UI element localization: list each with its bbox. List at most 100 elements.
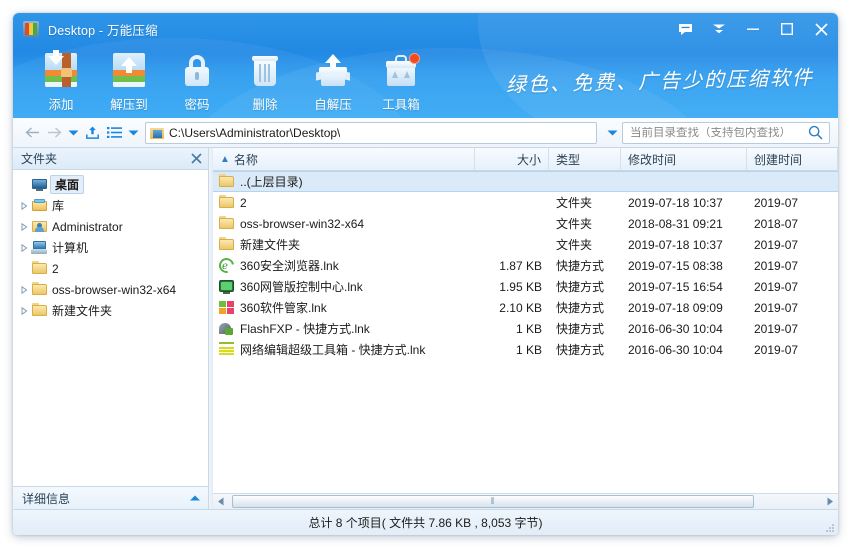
forward-arrow-icon (47, 126, 62, 139)
sidebar-item-5[interactable]: 2 (13, 258, 208, 279)
cell-ctime: 2019-07 (747, 238, 838, 252)
forward-button[interactable] (43, 122, 65, 144)
column-header-ctime[interactable]: 创建时间 (747, 148, 838, 170)
sidebar-item-4[interactable]: 计算机 (13, 237, 208, 258)
address-dropdown-button[interactable] (602, 122, 622, 144)
cell-ctime: 2019-07 (747, 196, 838, 210)
cell-size: 1 KB (475, 322, 549, 336)
search-box[interactable] (622, 122, 830, 144)
table-row[interactable]: e360安全浏览器.lnk1.87 KB快捷方式2019-07-15 08:38… (213, 255, 838, 276)
cell-ctime: 2019-07 (747, 280, 838, 294)
list-view-icon (107, 126, 122, 139)
sidebar-item-7[interactable]: 新建文件夹 (13, 300, 208, 321)
address-path-text: C:\Users\Administrator\Desktop\ (169, 126, 340, 140)
column-header-mtime[interactable]: 修改时间 (621, 148, 747, 170)
file-name-text: 网络编辑超级工具箱 - 快捷方式.lnk (240, 341, 425, 358)
add-to-archive-icon (40, 49, 82, 91)
chevron-down-icon (607, 129, 618, 137)
details-collapse-button[interactable] (189, 494, 201, 502)
minimize-button[interactable] (736, 14, 770, 44)
details-panel-header[interactable]: 详细信息 (13, 486, 208, 509)
file-name-text: 360网管版控制中心.lnk (240, 278, 363, 295)
sidebar-item-label: 库 (52, 197, 64, 214)
folder-icon (218, 216, 235, 231)
speech-bubble-icon (678, 23, 693, 36)
cell-ctime: 2019-07 (747, 301, 838, 315)
table-row[interactable]: 网络编辑超级工具箱 - 快捷方式.lnk1 KB快捷方式2016-06-30 1… (213, 339, 838, 360)
column-header-size[interactable]: 大小 (475, 148, 549, 170)
horizontal-scrollbar[interactable]: ⦀ (213, 493, 838, 509)
folder-tree[interactable]: 桌面库 Administrator 计算机2 oss-browser-win32-x6… (13, 170, 208, 486)
cell-mtime: 2016-06-30 10:04 (621, 322, 747, 336)
cell-name: 360软件管家.lnk (213, 299, 475, 316)
scroll-right-button[interactable] (822, 494, 838, 509)
extract-button[interactable]: 解压到 (95, 47, 163, 113)
file-rows[interactable]: ..(上层目录)2文件夹2019-07-18 10:372019-07 oss-b… (213, 171, 838, 493)
table-row[interactable]: 360网管版控制中心.lnk1.95 KB快捷方式2019-07-15 16:5… (213, 276, 838, 297)
column-header-type[interactable]: 类型 (549, 148, 621, 170)
hscroll-thumb[interactable]: ⦀ (232, 495, 754, 508)
folder-icon (218, 237, 235, 252)
column-header-name-label: 名称 (234, 151, 258, 168)
view-menu-button[interactable] (125, 122, 141, 144)
back-button[interactable] (21, 122, 43, 144)
scroll-left-button[interactable] (213, 494, 229, 509)
history-dropdown-button[interactable] (65, 122, 81, 144)
cell-ctime: 2019-07 (747, 343, 838, 357)
cell-mtime: 2019-07-18 10:37 (621, 238, 747, 252)
cell-mtime: 2016-06-30 10:04 (621, 343, 747, 357)
maximize-icon (781, 23, 793, 35)
hscroll-track[interactable]: ⦀ (229, 494, 822, 509)
sidebar-item-1[interactable]: 桌面 (13, 174, 208, 195)
close-icon (815, 23, 828, 36)
folder-icon (218, 195, 235, 210)
cell-mtime: 2019-07-18 09:09 (621, 301, 747, 315)
search-icon[interactable] (805, 125, 826, 140)
table-row[interactable]: 360软件管家.lnk2.10 KB快捷方式2019-07-18 09:0920… (213, 297, 838, 318)
expand-triangle-icon (17, 307, 31, 315)
menu-button[interactable] (702, 14, 736, 44)
computer-icon (31, 240, 48, 255)
monitor-icon (218, 279, 235, 294)
toolbox-button[interactable]: 工具箱 (367, 47, 435, 113)
add-button[interactable]: 添加 (27, 47, 95, 113)
cell-size: 1.95 KB (475, 280, 549, 294)
cell-type: 文件夹 (549, 236, 621, 253)
toolbox-button-label: 工具箱 (382, 94, 420, 113)
search-input[interactable] (630, 127, 805, 139)
sidebar-item-label: oss-browser-win32-x64 (52, 283, 176, 297)
sidebar-item-6[interactable]: oss-browser-win32-x64 (13, 279, 208, 300)
resize-grip[interactable] (825, 523, 835, 533)
cell-size: 2.10 KB (475, 301, 549, 315)
close-button[interactable] (804, 14, 838, 44)
sidebar-item-label: Administrator (52, 220, 123, 234)
cell-type: 快捷方式 (549, 320, 621, 337)
cell-name: oss-browser-win32-x64 (213, 216, 475, 231)
cell-type: 文件夹 (549, 215, 621, 232)
selfextract-button[interactable]: 自解压 (299, 47, 367, 113)
upload-button[interactable] (81, 122, 103, 144)
title-bar[interactable]: Desktop - 万能压缩 (13, 13, 838, 45)
scroll-right-icon (826, 497, 834, 506)
status-bar: 总计 8 个项目( 文件共 7.86 KB , 8,053 字节) (13, 509, 838, 535)
table-row[interactable]: oss-browser-win32-x64文件夹2018-08-31 09:21… (213, 213, 838, 234)
sidebar-item-3[interactable]: Administrator (13, 216, 208, 237)
table-row[interactable]: FlashFXP - 快捷方式.lnk1 KB快捷方式2016-06-30 10… (213, 318, 838, 339)
sidebar-close-button[interactable] (191, 153, 202, 164)
feedback-button[interactable] (668, 14, 702, 44)
trash-icon (244, 49, 286, 91)
title-and-toolbar-banner: Desktop - 万能压缩 (13, 13, 838, 118)
table-row[interactable]: 2文件夹2019-07-18 10:372019-07 (213, 192, 838, 213)
table-row[interactable]: 新建文件夹文件夹2019-07-18 10:372019-07 (213, 234, 838, 255)
sidebar-item-label: 桌面 (50, 175, 84, 194)
chevron-down-icon (128, 129, 139, 137)
address-input[interactable]: C:\Users\Administrator\Desktop\ (145, 122, 597, 144)
column-header-name[interactable]: ▲ 名称 (213, 148, 475, 170)
maximize-button[interactable] (770, 14, 804, 44)
sidebar-item-2[interactable]: 库 (13, 195, 208, 216)
delete-button[interactable]: 删除 (231, 47, 299, 113)
table-row[interactable]: ..(上层目录) (213, 171, 838, 192)
view-list-button[interactable] (103, 122, 125, 144)
details-label: 详细信息 (22, 490, 70, 507)
password-button[interactable]: 密码 (163, 47, 231, 113)
